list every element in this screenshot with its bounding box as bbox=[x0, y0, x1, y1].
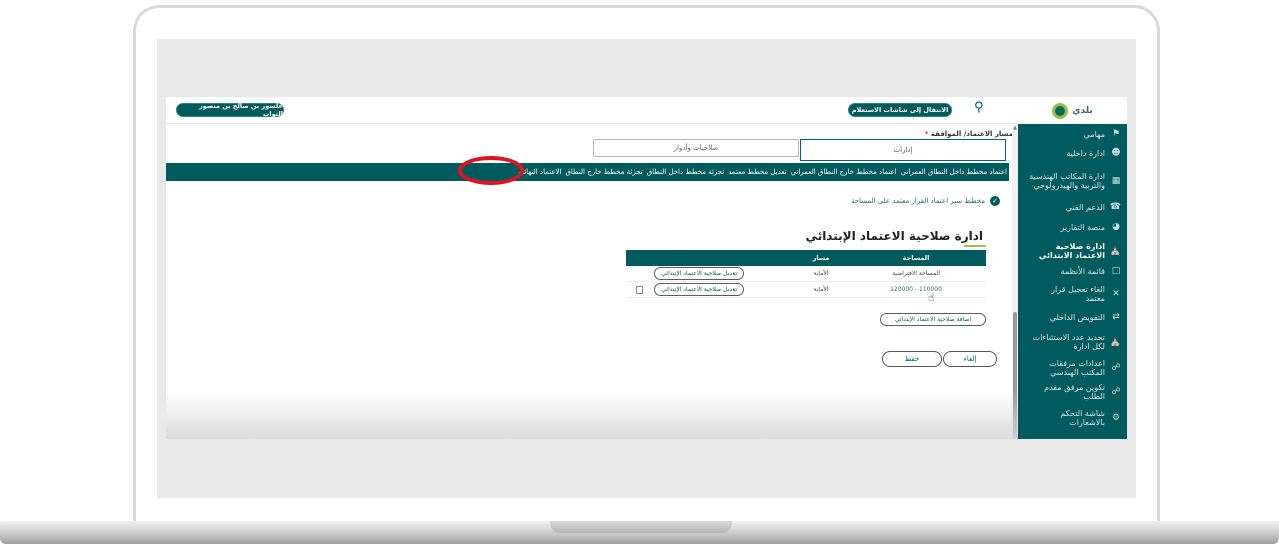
cell-actions: تعديل صلاحية الاعتماد الإبتدائي bbox=[626, 267, 796, 280]
breadcrumb: مسار الاعتماد/ الموافقة * bbox=[925, 130, 1013, 138]
cell-path: الأمانة bbox=[813, 286, 829, 293]
sidebar-item-support[interactable]: ☎ الدعم الفني bbox=[1018, 202, 1127, 213]
edit-approval-button[interactable]: تعديل صلاحية الاعتماد الإبتدائي bbox=[654, 267, 744, 280]
app-window: علسور بن صالح بن منصور الثواب الانتقال إ… bbox=[166, 97, 1127, 439]
sidebar-item-reports[interactable]: ◕ منصة التقارير bbox=[1018, 222, 1127, 233]
page-title: ادارة صلاحية الاعتماد الإبتدائي bbox=[805, 229, 983, 243]
cell-area: 110000 - 120000 bbox=[890, 286, 942, 293]
sidebar-item-label: منصة التقارير bbox=[1060, 223, 1105, 232]
sidebar-item-label: قائمة الأنظمة bbox=[1060, 267, 1105, 276]
approval-steps-bar: اعتماد مخطط داخل النطاق العمراني اعتماد … bbox=[166, 163, 1009, 181]
column-header-area: المساحة bbox=[902, 254, 930, 262]
cell-area: المساحة الافتراضية bbox=[892, 270, 940, 277]
link-icon: ☍ bbox=[1111, 386, 1121, 397]
flag-icon: ⚑ bbox=[1111, 129, 1121, 139]
users-icon: ☻ bbox=[1111, 148, 1121, 158]
brand-name: بلدي bbox=[1072, 105, 1093, 116]
headset-icon: ☎ bbox=[1109, 202, 1121, 212]
bank-icon: ⛪ bbox=[1109, 245, 1121, 256]
logo-icon bbox=[1052, 102, 1069, 119]
sidebar-item-label: مهامي bbox=[1083, 130, 1105, 139]
sidebar-item-label: ادارة صلاحية الاعتماد الابتدائي bbox=[1038, 242, 1105, 260]
search-icon[interactable]: ⚲ bbox=[974, 100, 984, 115]
step-item-final-approval[interactable]: الاعتماد النهائي bbox=[518, 168, 561, 176]
step-item[interactable]: تجزئة مخطط خارج النطاق bbox=[565, 168, 642, 176]
app-header: علسور بن صالح بن منصور الثواب الانتقال إ… bbox=[166, 97, 1018, 124]
sidebar-item-notifications[interactable]: ⚙ شاشة التحكم بالاشعارات bbox=[1018, 408, 1127, 428]
close-icon: ✕ bbox=[1112, 288, 1120, 299]
save-button[interactable]: حفظ bbox=[882, 351, 942, 367]
table-row: المساحة الافتراضية الأمانة تعديل صلاحية … bbox=[626, 266, 986, 282]
sidebar-item-label: شاشة التحكم بالاشعارات bbox=[1060, 409, 1105, 427]
column-header-path: مسار bbox=[812, 254, 830, 262]
sidebar-item-office-attachments[interactable]: ☍ اعدادات مرفقات المكتب الهندسي bbox=[1018, 358, 1127, 378]
chart-icon: ◕ bbox=[1112, 222, 1120, 232]
add-approval-button-wrapper: اضافة صلاحية الاعتماد الإبتدائي bbox=[880, 306, 986, 326]
tab-permissions-roles[interactable]: صلاحيات وأدوار bbox=[593, 139, 799, 157]
flow-note: ✓ مخطط سير اعتماد القرار معتمد على المسا… bbox=[851, 196, 1000, 206]
bank-icon: ⛪ bbox=[1109, 336, 1121, 347]
user-name-badge[interactable]: علسور بن صالح بن منصور الثواب bbox=[176, 102, 284, 118]
sidebar-item-label: الدعم الفني bbox=[1065, 203, 1105, 212]
required-mark: * bbox=[924, 130, 929, 138]
title-underline bbox=[964, 245, 986, 247]
cell-actions: تعديل صلاحية الاعتماد الإبتدائي bbox=[626, 283, 796, 296]
check-icon: ✓ bbox=[990, 196, 1000, 206]
scroll-up-icon[interactable]: ▲ bbox=[1012, 125, 1018, 131]
edit-approval-button[interactable]: تعديل صلاحية الاعتماد الإبتدائي bbox=[654, 283, 744, 296]
step-item[interactable]: تعديل مخطط معتمد bbox=[728, 168, 786, 176]
switch-to-query-button[interactable]: الانتقال إلى شاشات الاستعلام bbox=[848, 103, 952, 117]
sidebar-item-label: الغاء تعجيل قرار معتمد bbox=[1051, 285, 1105, 303]
sidebar-item-label: ادارة المكاتب الهندسية والتربية والهيدرو… bbox=[1029, 172, 1105, 190]
sidebar-item-initial-approval[interactable]: ⛪ ادارة صلاحية الاعتماد الابتدائي bbox=[1018, 241, 1127, 261]
document-icon: □ bbox=[1111, 266, 1121, 276]
add-approval-button[interactable]: اضافة صلاحية الاعتماد الإبتدائي bbox=[880, 313, 986, 326]
step-item[interactable]: تجزئة مخطط داخل النطاق bbox=[647, 168, 725, 176]
laptop-notch bbox=[550, 521, 732, 533]
tab-departments[interactable]: إدارات bbox=[800, 139, 1006, 161]
building-icon: ▦ bbox=[1111, 175, 1121, 186]
step-item[interactable]: اعتماد مخطط خارج النطاق العمراني bbox=[791, 168, 897, 176]
sidebar-item-internal-admin[interactable]: ☻ ادارة داخلية bbox=[1018, 148, 1127, 159]
sidebar: بلدي ⚑ مهامي ☻ ادارة داخلية ▦ ادارة المكاتب… bbox=[1018, 97, 1127, 439]
flow-note-text: مخطط سير اعتماد القرار معتمد على المساحة bbox=[850, 197, 985, 205]
sidebar-item-tasks[interactable]: ⚑ مهامي bbox=[1018, 129, 1127, 140]
cancel-button[interactable]: إلغاء bbox=[943, 351, 997, 367]
sidebar-item-label: تكوين مرفق مقدم الطلب bbox=[1044, 383, 1105, 401]
highlight-circle bbox=[458, 156, 524, 185]
sidebar-item-delegation[interactable]: ⇄ التفويض الداخلي bbox=[1018, 312, 1127, 323]
sidebar-item-systems[interactable]: □ قائمة الأنظمة bbox=[1018, 266, 1127, 277]
step-item[interactable]: اعتماد مخطط داخل النطاق العمراني bbox=[901, 168, 1007, 176]
sidebar-item-label: اعدادات مرفقات المكتب الهندسي bbox=[1049, 359, 1105, 377]
link-icon: ☍ bbox=[1111, 362, 1121, 373]
delete-icon[interactable] bbox=[636, 286, 643, 294]
hand-cursor-icon: ☝ bbox=[928, 291, 935, 304]
sidebar-item-cancel-decision[interactable]: ✕ الغاء تعجيل قرار معتمد bbox=[1018, 284, 1127, 304]
sidebar-item-label: تحديد عدد الاستثناءات لكل ادارة bbox=[1032, 333, 1105, 351]
bottom-fade bbox=[166, 391, 1018, 439]
sidebar-item-label: ادارة داخلية bbox=[1066, 149, 1105, 158]
brand-logo: بلدي bbox=[1018, 97, 1127, 124]
settings-icon: ⚙ bbox=[1111, 412, 1121, 423]
sidebar-item-applicant-attachment[interactable]: ☍ تكوين مرفق مقدم الطلب bbox=[1018, 382, 1127, 402]
sidebar-item-exceptions[interactable]: ⛪ تحديد عدد الاستثناءات لكل ادارة bbox=[1018, 332, 1127, 352]
breadcrumb-label: مسار الاعتماد/ الموافقة bbox=[930, 130, 1013, 138]
swap-icon: ⇄ bbox=[1112, 312, 1120, 322]
sidebar-item-engineering-offices[interactable]: ▦ ادارة المكاتب الهندسية والتربية والهيدر… bbox=[1018, 167, 1127, 195]
cell-path: الأمانة bbox=[813, 270, 829, 277]
sidebar-item-label: التفويض الداخلي bbox=[1049, 313, 1105, 322]
table-header: المساحة مسار bbox=[626, 250, 986, 266]
